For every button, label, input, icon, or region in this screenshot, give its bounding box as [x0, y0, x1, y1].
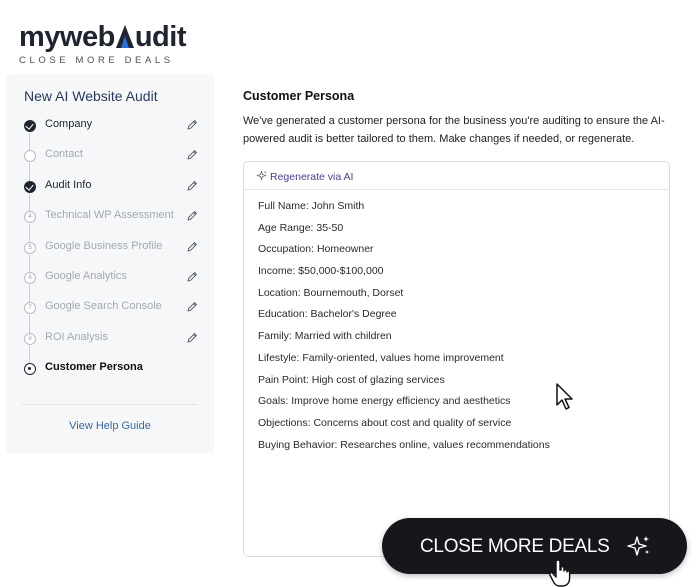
step-number-icon: 6 — [24, 272, 36, 284]
page-title: Customer Persona — [243, 89, 355, 103]
step-number — [28, 367, 31, 371]
pencil-icon[interactable] — [186, 210, 198, 222]
persona-line: Family: Married with children — [258, 330, 392, 343]
persona-line: Income: $50,000-$100,000 — [258, 265, 384, 278]
sidebar-title: New AI Website Audit — [24, 88, 158, 104]
persona-line: Age Range: 35-50 — [258, 221, 344, 234]
wizard-step-label: Google Search Console — [45, 300, 162, 313]
pencil-icon[interactable] — [186, 119, 198, 131]
persona-line: Goals: Improve home energy efficiency an… — [258, 395, 511, 408]
cta-label: CLOSE MORE DEALS — [420, 536, 610, 557]
step-number: 8 — [28, 335, 32, 342]
persona-line: Pain Point: High cost of glazing service… — [258, 373, 445, 386]
wizard-step[interactable]: Customer Persona — [6, 359, 214, 381]
persona-line: Education: Bachelor's Degree — [258, 308, 397, 321]
wizard-step[interactable]: Audit Info — [6, 177, 214, 199]
persona-line: Objections: Concerns about cost and qual… — [258, 416, 512, 429]
view-help-guide-link[interactable]: View Help Guide — [6, 420, 214, 432]
wizard-step[interactable]: 8 ROI Analysis — [6, 329, 214, 351]
persona-editor-toolbar: Regenerate via AI — [244, 162, 669, 190]
wizard-step[interactable]: Contact — [6, 146, 214, 168]
wizard-step-label: Audit Info — [45, 178, 92, 191]
pencil-icon[interactable] — [186, 271, 198, 283]
wizard-sidebar: New AI Website Audit Company Contact Audit… — [6, 74, 214, 453]
persona-text[interactable]: Full Name: John Smith Age Range: 35-50 Occ… — [258, 198, 658, 458]
step-number: 4 — [28, 214, 32, 221]
step-number-icon: 7 — [24, 302, 36, 315]
mouse-pointer-icon — [556, 383, 573, 410]
persona-line: Location: Bournemouth, Dorset — [258, 286, 404, 299]
persona-line: Buying Behavior: Researches online, valu… — [258, 438, 550, 451]
check-circle-icon — [24, 120, 36, 132]
wizard-step[interactable]: 6 Google Analytics — [6, 268, 214, 290]
hand-pointer-icon — [549, 559, 571, 587]
sidebar-divider — [22, 404, 198, 405]
regenerate-label: Regenerate via AI — [270, 171, 354, 183]
check-circle-icon — [24, 180, 36, 193]
wizard-step-label: Technical WP Assessment — [45, 209, 174, 222]
persona-line: Lifestyle: Family-oriented, values home … — [258, 351, 504, 364]
step-number — [25, 151, 35, 161]
wizard-step-label: Company — [45, 118, 93, 130]
pencil-icon[interactable] — [186, 332, 198, 344]
wizard-step[interactable]: 4 Technical WP Assessment — [6, 207, 214, 229]
regenerate-via-ai-button[interactable]: Regenerate via AI — [256, 170, 353, 183]
step-number-icon: 8 — [24, 332, 36, 345]
persona-line: Occupation: Homeowner — [258, 243, 374, 256]
wizard-step-label: Google Business Profile — [45, 239, 163, 252]
logo-wordmark-prefix: myweb — [19, 21, 115, 53]
logo-tagline: CLOSE MORE DEALS — [19, 55, 174, 66]
page-description: We've generated a customer persona for t… — [243, 115, 665, 145]
step-number-icon — [24, 150, 36, 163]
wizard-step-label: Google Analytics — [45, 270, 127, 282]
logo-a-glyph — [115, 23, 135, 49]
close-more-deals-button[interactable]: CLOSE MORE DEALS — [382, 518, 687, 574]
wizard-step[interactable]: Company — [6, 116, 214, 138]
step-number: 5 — [28, 244, 32, 251]
brand-logo: myweb udit CLOSE MORE DEALS — [19, 22, 209, 66]
pencil-icon[interactable] — [186, 180, 198, 192]
pencil-icon[interactable] — [186, 241, 198, 253]
wizard-step-label: ROI Analysis — [45, 330, 108, 343]
wizard-step-label: Customer Persona — [45, 361, 143, 374]
logo-wordmark-suffix: udit — [134, 21, 187, 53]
persona-line: Full Name: John Smith — [258, 200, 365, 212]
step-number: 6 — [28, 275, 32, 281]
pencil-icon[interactable] — [186, 301, 198, 313]
pencil-icon[interactable] — [186, 149, 198, 161]
step-number-icon: 4 — [24, 211, 36, 224]
current-step-icon — [24, 363, 36, 376]
persona-editor[interactable]: Regenerate via AI Full Name: John Smith A… — [243, 161, 670, 557]
step-number-icon: 5 — [24, 241, 36, 254]
wizard-step[interactable]: 5 Google Business Profile — [6, 238, 214, 260]
sparkle-icon — [256, 170, 267, 181]
wizard-step[interactable]: 7 Google Search Console — [6, 298, 214, 320]
sparkles-icon — [627, 536, 649, 556]
step-number: 7 — [28, 305, 32, 312]
wizard-step-label: Contact — [45, 148, 83, 161]
logo-wordmark: myweb udit — [19, 22, 209, 52]
